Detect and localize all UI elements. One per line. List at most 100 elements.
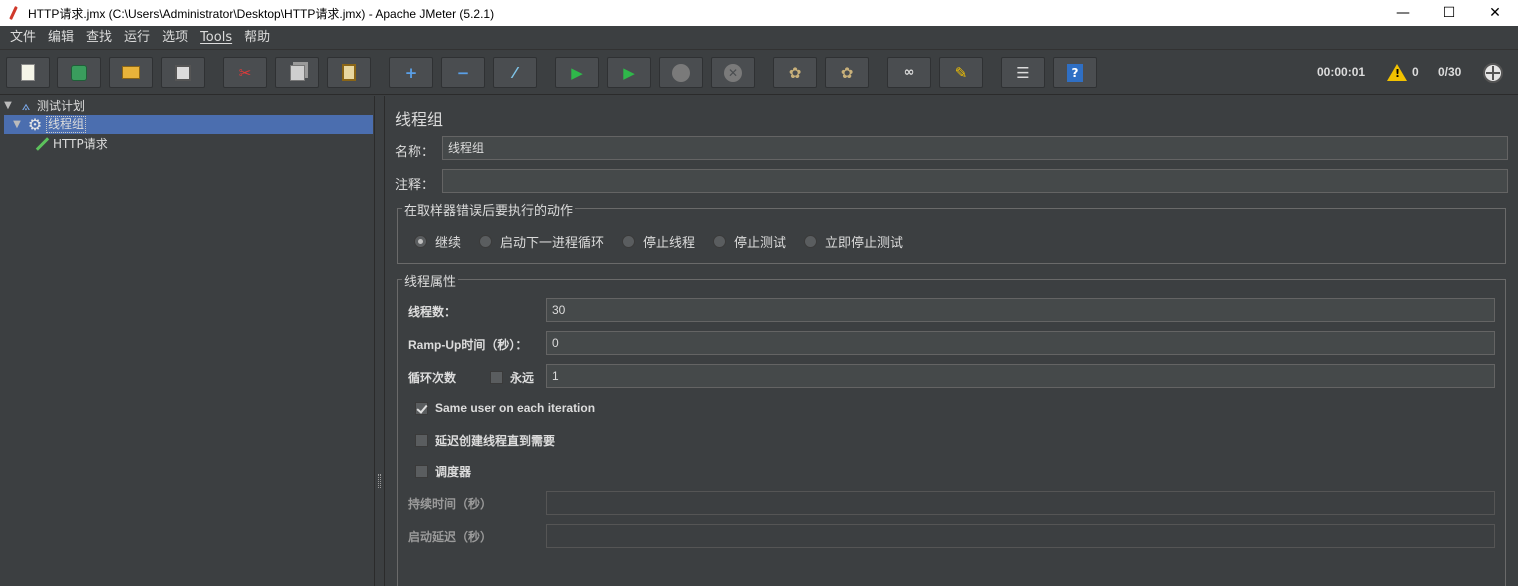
split-pane-divider[interactable] (374, 96, 385, 586)
search-icon: ∞ (903, 65, 915, 80)
checkbox-box[interactable] (415, 465, 428, 478)
radio-dot[interactable] (804, 235, 817, 248)
clear-all-button[interactable]: ✿ (825, 57, 869, 88)
name-field[interactable]: 线程组 (442, 136, 1508, 160)
radio-stop-test[interactable]: 停止测试 (713, 232, 786, 251)
start-button[interactable]: ▶ (555, 57, 599, 88)
menu-tools[interactable]: Tools (194, 26, 238, 50)
checkbox-box[interactable] (415, 434, 428, 447)
maximize-button[interactable]: ☐ (1426, 0, 1472, 26)
tree-label: HTTP请求 (53, 137, 108, 151)
paste-button[interactable] (327, 57, 371, 88)
menu-help[interactable]: 帮助 (238, 26, 276, 50)
menu-search[interactable]: 查找 (80, 26, 118, 50)
collapse-all-button[interactable]: − (441, 57, 485, 88)
function-helper-button[interactable]: ☰ (1001, 57, 1045, 88)
radio-start-next-loop[interactable]: 启动下一进程循环 (479, 232, 604, 251)
start-no-pause-button[interactable]: ▶ (607, 57, 651, 88)
cut-button[interactable]: ✂ (223, 57, 267, 88)
comment-field[interactable] (442, 169, 1508, 193)
help-icon: ? (1066, 63, 1084, 82)
thread-group-panel: 线程组 名称： 线程组 注释： 在取样器错误后要执行的动作 继续 启动下一进程循… (386, 96, 1518, 586)
radio-dot[interactable] (479, 235, 492, 248)
copy-icon (288, 64, 306, 82)
scheduler-checkbox[interactable]: 调度器 (415, 463, 471, 480)
close-button[interactable]: ✕ (1472, 0, 1518, 26)
copy-button[interactable] (275, 57, 319, 88)
rampup-field[interactable]: 0 (546, 331, 1495, 355)
menu-options[interactable]: 选项 (156, 26, 194, 50)
collapse-arrow-icon[interactable]: ▼ (11, 119, 23, 130)
reset-search-icon: ✎ (954, 63, 968, 82)
radio-continue[interactable]: 继续 (414, 232, 461, 251)
stop-button[interactable] (659, 57, 703, 88)
toolbar: ✂ + − ⁄ ▶ ▶ ✕ ✿ ✿ ∞ ✎ ☰ ? 00:00:01 0 (0, 51, 1518, 95)
radio-dot[interactable] (414, 235, 427, 248)
delay-thread-creation-checkbox[interactable]: 延迟创建线程直到需要 (415, 432, 555, 449)
rampup-label: Ramp-Up时间（秒）： (408, 338, 528, 352)
start-no-pause-icon: ▶ (623, 63, 635, 82)
warning-icon[interactable] (1387, 64, 1407, 81)
sampler-pipette-icon (34, 136, 50, 152)
collapse-icon: − (456, 63, 470, 82)
remote-engines-icon[interactable] (1483, 63, 1503, 83)
error-action-title: 在取样器错误后要执行的动作 (402, 200, 576, 219)
startup-delay-field[interactable] (546, 524, 1495, 548)
gear-icon: ⚙ (27, 115, 43, 134)
menu-file[interactable]: 文件 (4, 26, 42, 50)
save-button[interactable] (161, 57, 205, 88)
name-label: 名称： (395, 145, 435, 160)
clear-button[interactable]: ✿ (773, 57, 817, 88)
threads-field[interactable]: 30 (546, 298, 1495, 322)
templates-icon (70, 64, 88, 82)
same-user-checkbox[interactable]: Same user on each iteration (415, 401, 595, 415)
expand-icon: + (404, 63, 418, 82)
radio-stop-thread[interactable]: 停止线程 (622, 232, 695, 251)
duration-label: 持续时间（秒） (408, 497, 493, 511)
search-button[interactable]: ∞ (887, 57, 931, 88)
window-title-bar: HTTP请求.jmx (C:\Users\Administrator\Deskt… (0, 0, 1518, 26)
collapse-arrow-icon[interactable]: ▼ (2, 100, 14, 111)
panel-title: 线程组 (395, 110, 444, 129)
function-helper-icon: ☰ (1016, 63, 1030, 82)
tree-node-thread-group[interactable]: ▼ ⚙ 线程组 (4, 115, 373, 134)
shutdown-button[interactable]: ✕ (711, 57, 755, 88)
loop-count-field[interactable]: 1 (546, 364, 1495, 388)
paste-icon (340, 64, 358, 82)
tree-label: 测试计划 (37, 99, 86, 113)
forever-checkbox[interactable]: 永远 (490, 369, 534, 386)
shutdown-icon: ✕ (724, 63, 742, 82)
new-button[interactable] (6, 57, 50, 88)
tree-node-test-plan[interactable]: ▼ ⟑ 测试计划 (0, 96, 374, 115)
thread-properties-title: 线程属性 (402, 271, 459, 290)
radio-stop-test-now[interactable]: 立即停止测试 (804, 232, 903, 251)
radio-dot[interactable] (713, 235, 726, 248)
help-button[interactable]: ? (1053, 57, 1097, 88)
window-title: HTTP请求.jmx (C:\Users\Administrator\Deskt… (28, 6, 495, 21)
toggle-icon: ⁄ (513, 63, 517, 82)
elapsed-time: 00:00:01 (1317, 65, 1366, 79)
expand-all-button[interactable]: + (389, 57, 433, 88)
startup-delay-label: 启动延迟（秒） (408, 530, 493, 544)
open-button[interactable] (109, 57, 153, 88)
menu-edit[interactable]: 编辑 (42, 26, 80, 50)
clear-all-icon: ✿ (840, 63, 854, 82)
test-plan-tree: ▼ ⟑ 测试计划 ▼ ⚙ 线程组 HTTP请求 (0, 96, 374, 586)
radio-dot[interactable] (622, 235, 635, 248)
menu-run[interactable]: 运行 (118, 26, 156, 50)
templates-button[interactable] (57, 57, 101, 88)
checkbox-box[interactable] (490, 371, 503, 384)
tree-node-http-request[interactable]: HTTP请求 (30, 134, 108, 153)
save-icon (174, 64, 192, 82)
duration-field[interactable] (546, 491, 1495, 515)
new-icon (19, 64, 37, 82)
clear-icon: ✿ (788, 63, 802, 82)
threads-label: 线程数： (408, 305, 457, 319)
minimize-button[interactable]: — (1380, 0, 1426, 26)
active-threads: 0/30 (1438, 65, 1462, 79)
checkbox-box[interactable] (415, 401, 428, 415)
reset-search-button[interactable]: ✎ (939, 57, 983, 88)
test-plan-icon: ⟑ (21, 97, 31, 114)
splitter-grip[interactable] (378, 474, 381, 488)
toggle-button[interactable]: ⁄ (493, 57, 537, 88)
